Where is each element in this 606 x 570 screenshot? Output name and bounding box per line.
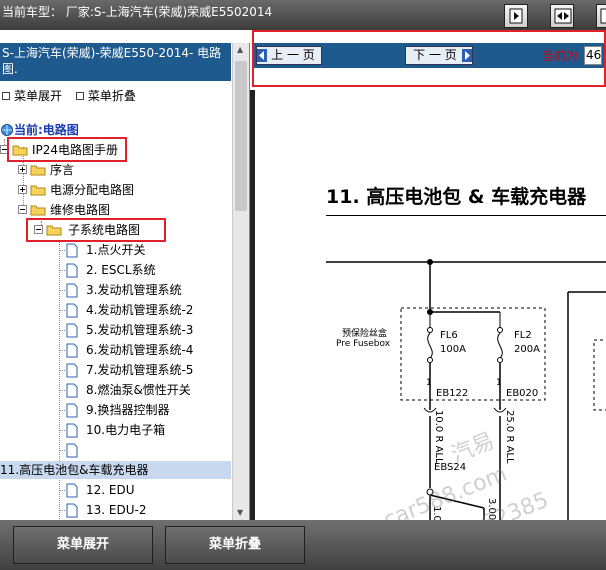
document-icon [66,423,78,438]
tree-item-document[interactable]: 11.高压电池包&车载充电器 [0,461,231,479]
document-icon [66,403,78,418]
tree-item-label: 序言 [50,163,75,177]
document-viewer: 上 一 页 下 一 页 当前为 46 11. 高压电池包 & 车载充电器 预保险… [250,30,606,520]
tree-expand-link[interactable]: 菜单展开 [14,89,62,103]
bottom-toolbar: 菜单展开 菜单折叠 [0,520,606,570]
document-icon [66,323,78,338]
document-icon [66,343,78,358]
document-icon [66,283,78,298]
vehicle-title: 当前车型： 厂家:S-上海汽车(荣威)荣威E5502014 [2,5,273,19]
tree-item-label: 5.发动机管理系统-3 [86,323,194,337]
document-icon [66,263,78,278]
scrollbar-thumb[interactable] [235,61,247,211]
pin2-label: 1 [496,378,502,388]
scroll-down-arrow-icon[interactable]: ▼ [237,508,243,517]
folder-open-icon [30,205,46,216]
tree-menu-links: 菜单展开 菜单折叠 [0,87,136,103]
document-icon [66,443,78,458]
connector2-label: EB020 [506,388,539,399]
single-page-icon [509,8,523,24]
square-icon [75,92,84,100]
pin1-label: 1 [426,378,432,388]
folder-icon [30,165,46,176]
document-icon [66,383,78,398]
expand-toggle-icon[interactable] [18,185,27,194]
fuse1-rating: 100A [440,344,466,355]
tree-item-label: 4.发动机管理系统-2 [86,303,194,317]
document-icon [66,243,78,258]
dual-page-view-button[interactable] [550,4,574,28]
fuse-box-label-cn: 预保险丝盒 [342,329,388,339]
tree-item-label: 6.发动机管理系统-4 [86,343,194,357]
dual-page-icon [554,8,572,24]
tree-header: S-上海汽车(荣威)-荣威E550-2014- 电路图. [0,43,231,81]
tree-item-label: 9.换挡器控制器 [86,403,170,417]
tree-item-label: 维修电路图 [50,203,111,217]
title-bar: 当前车型： 厂家:S-上海汽车(荣威)荣威E5502014 [0,0,606,30]
fuse2-name: FL2 [514,330,532,341]
single-page-view-button[interactable] [504,4,528,28]
document-icon [66,483,78,498]
wiring-diagram-page: 11. 高压电池包 & 车载充电器 预保险丝盒 Pre Fusebox FL6 … [250,90,606,520]
tree-item-label: 8.燃油泵&惯性开关 [86,383,191,397]
document-icon [66,503,78,518]
menu-expand-button[interactable]: 菜单展开 [13,526,153,564]
tree-item-label: 2. ESCL系统 [86,263,156,277]
document-icon [66,303,78,318]
tree-collapse-link[interactable]: 菜单折叠 [88,89,136,103]
highlight-box [26,218,166,242]
connector1-label: EB122 [436,388,469,399]
scroll-up-arrow-icon[interactable]: ▲ [237,45,243,54]
tree-item-label: 1.点火开关 [86,243,146,257]
document-icon [66,363,78,378]
wire1-label: 10.0 R ALL [433,410,444,464]
highlight-box [7,137,127,162]
tree-item-label: 13. EDU-2 [86,503,147,517]
menu-collapse-button[interactable]: 菜单折叠 [165,526,305,564]
tree-item-label: 7.发动机管理系统-5 [86,363,194,377]
folder-icon [30,185,46,196]
square-icon [2,92,10,100]
fuse-box-label-en: Pre Fusebox [336,339,391,349]
fuse2-rating: 200A [514,344,540,355]
page-navigation-bar: 上 一 页 下 一 页 当前为 46 [250,30,606,88]
wiring-diagram [326,259,606,520]
tree-item-label: 11.高压电池包&车载充电器 [0,463,149,477]
wire2-label: 25.0 R ALL [504,410,515,464]
expand-toggle-icon[interactable] [18,165,27,174]
tree-item-label: 10.电力电子箱 [86,423,166,437]
tree-item-label: 12. EDU [86,483,135,497]
tree-item-label: 3.发动机管理系统 [86,283,182,297]
left-tree-panel: S-上海汽车(荣威)-荣威E550-2014- 电路图. 菜单展开 菜单折叠 当… [0,43,250,520]
collapse-toggle-icon[interactable] [18,205,27,214]
page-icon [600,8,606,24]
more-view-button[interactable] [596,4,606,28]
fuse1-name: FL6 [440,330,458,341]
tree-scrollbar[interactable]: ▲ ▼ [232,43,249,520]
tree-item-label: 电源分配电路图 [50,183,135,197]
highlight-box [252,30,606,87]
